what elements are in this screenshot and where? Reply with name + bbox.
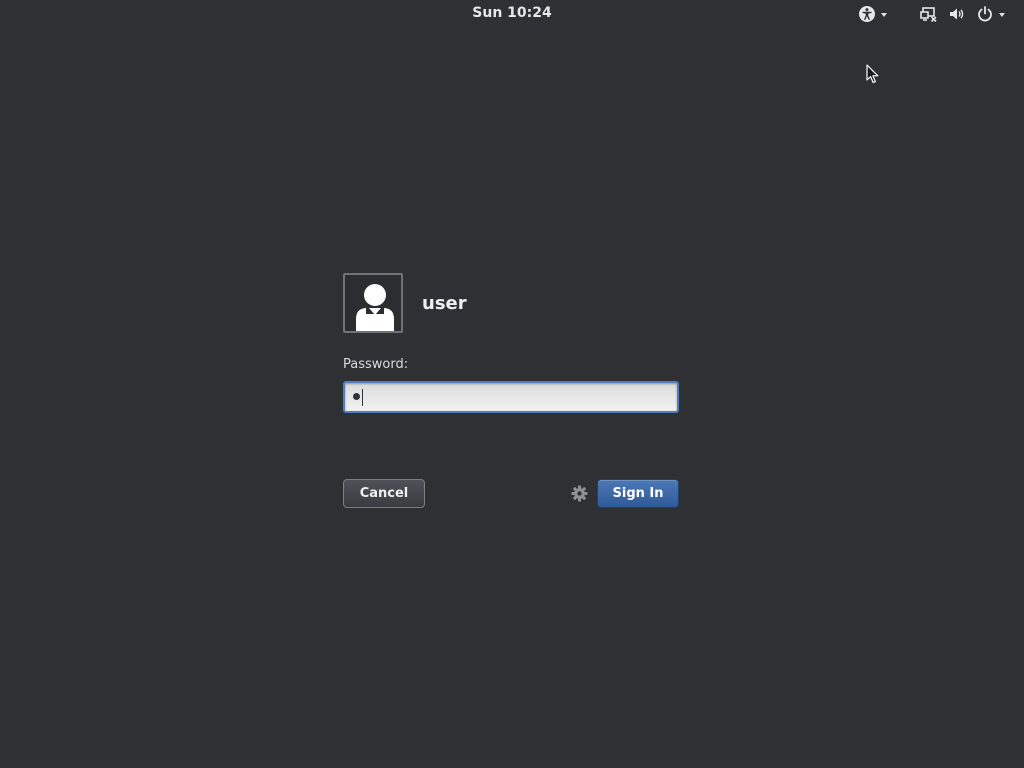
- login-dialog: user Password: Cancel Sign In: [343, 271, 679, 509]
- system-status-menu[interactable]: [920, 4, 1005, 24]
- text-caret: [362, 389, 363, 406]
- username-label: user: [422, 292, 467, 314]
- mouse-pointer-icon: [866, 64, 879, 84]
- avatar: [343, 273, 403, 333]
- clock-label[interactable]: Sun 10:24: [472, 5, 551, 21]
- network-wired-disconnected-icon[interactable]: [920, 5, 938, 23]
- chevron-down-icon[interactable]: [881, 13, 887, 17]
- password-mask-dot: [353, 393, 360, 400]
- button-row: Cancel Sign In: [343, 479, 679, 509]
- password-input[interactable]: [343, 381, 679, 413]
- chevron-down-icon[interactable]: [999, 13, 1005, 17]
- user-avatar-icon: [356, 284, 394, 331]
- user-row: user: [343, 271, 679, 335]
- cancel-button[interactable]: Cancel: [343, 479, 425, 508]
- password-label: Password:: [343, 357, 409, 372]
- volume-icon[interactable]: [948, 5, 966, 23]
- accessibility-icon[interactable]: [858, 5, 876, 23]
- sign-in-button[interactable]: Sign In: [597, 479, 679, 508]
- accessibility-menu[interactable]: [858, 4, 887, 24]
- power-icon[interactable]: [976, 5, 994, 23]
- top-bar: Sun 10:24: [0, 0, 1024, 28]
- gear-icon[interactable]: [571, 485, 588, 502]
